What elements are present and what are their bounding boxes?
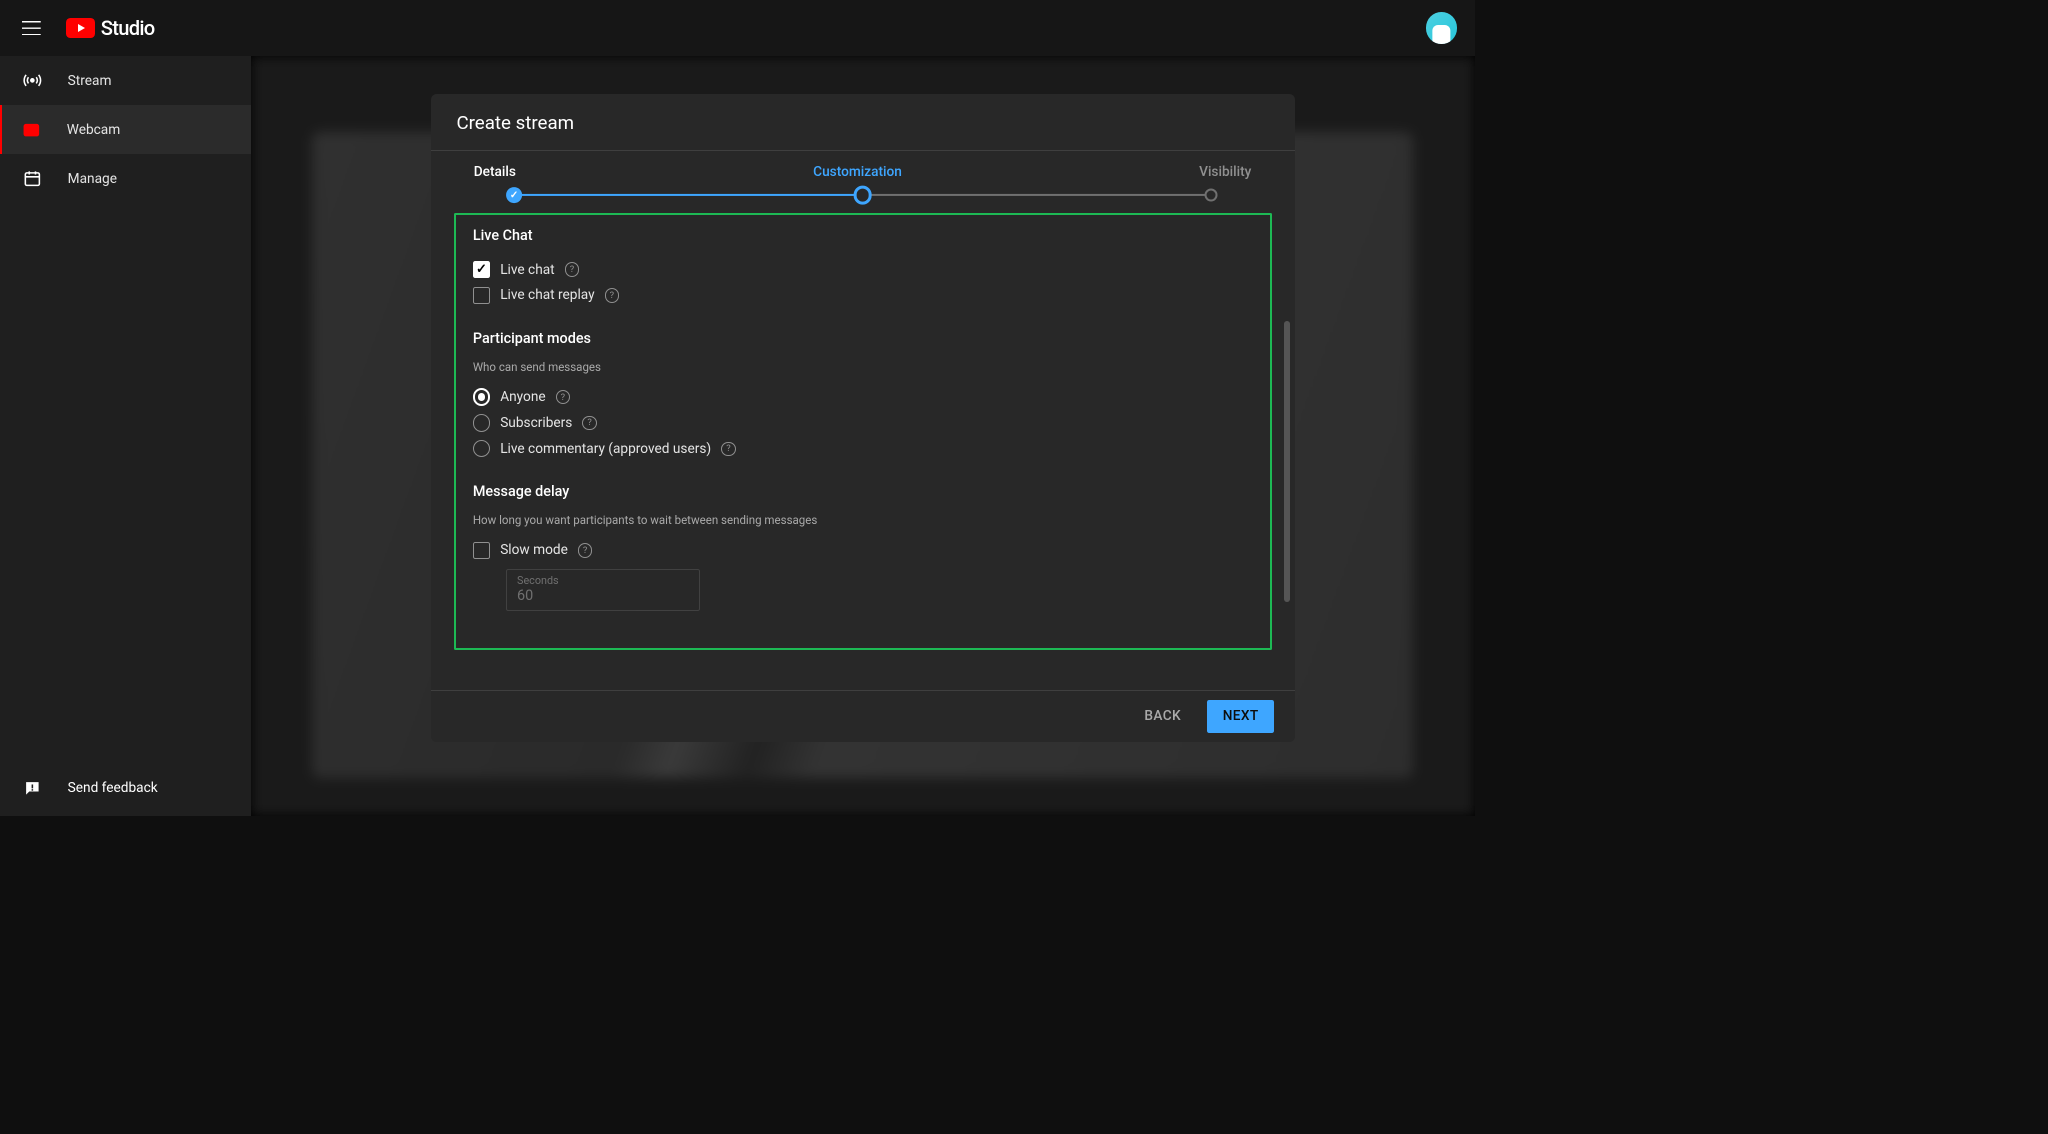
help-icon[interactable]: ? [582,416,596,430]
menu-button[interactable] [17,14,46,43]
sidebar-item-webcam[interactable]: Webcam [0,105,251,154]
help-icon[interactable]: ? [578,543,592,557]
help-icon[interactable]: ? [556,390,570,404]
dialog-footer: BACK NEXT [431,690,1295,742]
participant-subscribers-radio[interactable] [473,414,490,431]
sidebar-item-label: Manage [68,171,117,187]
slow-mode-label: Slow mode [500,542,568,558]
step-details[interactable]: Details [474,164,516,180]
youtube-play-icon [66,18,95,38]
next-button[interactable]: NEXT [1207,700,1274,733]
sidebar-item-label: Stream [68,73,112,89]
seconds-value: 60 [517,587,689,604]
message-delay-title: Message delay [473,483,1252,500]
stepper: Details Customization Visibility [431,151,1295,213]
sidebar-item-manage[interactable]: Manage [0,154,251,203]
participant-live-commentary-radio[interactable] [473,440,490,457]
step-visibility[interactable]: Visibility [1199,164,1251,180]
participant-anyone-label: Anyone [500,389,545,405]
sidebar-feedback-label: Send feedback [68,780,158,796]
dialog-title: Create stream [431,94,1295,152]
logo-text: Studio [101,16,155,40]
live-chat-replay-label: Live chat replay [500,287,594,303]
live-chat-replay-checkbox[interactable] [473,287,490,304]
participant-modes-title: Participant modes [473,330,1252,347]
help-icon[interactable]: ? [605,288,619,302]
sidebar: Stream Webcam Manage Send feedback [0,56,251,816]
hamburger-icon [22,21,41,35]
step-dot-visibility[interactable] [1205,189,1218,202]
calendar-icon [22,168,44,190]
webcam-icon [21,119,43,141]
live-chat-label: Live chat [500,262,554,278]
seconds-input[interactable]: Seconds 60 [506,569,700,611]
avatar[interactable] [1426,12,1458,44]
main-area: Create stream Details Customization Visi… [251,56,1475,816]
message-delay-desc: How long you want participants to wait b… [473,513,1252,527]
slow-mode-checkbox[interactable] [473,542,490,559]
logo[interactable]: Studio [66,16,154,40]
help-icon[interactable]: ? [565,262,579,276]
top-bar: Studio [0,0,1475,56]
back-button[interactable]: BACK [1131,700,1194,733]
participant-subscribers-label: Subscribers [500,415,572,431]
sidebar-send-feedback[interactable]: Send feedback [0,760,251,816]
seconds-label: Seconds [517,574,689,587]
participant-anyone-radio[interactable] [473,388,490,405]
stream-icon [22,70,44,92]
create-stream-dialog: Create stream Details Customization Visi… [431,94,1295,742]
feedback-icon [22,778,44,800]
step-dot-details[interactable] [506,187,522,203]
participant-modes-desc: Who can send messages [473,360,1252,374]
sidebar-item-label: Webcam [67,122,120,138]
live-chat-checkbox[interactable] [473,261,490,278]
participant-live-commentary-label: Live commentary (approved users) [500,441,711,457]
step-customization[interactable]: Customization [813,164,902,180]
help-icon[interactable]: ? [721,442,735,456]
sidebar-item-stream[interactable]: Stream [0,56,251,105]
step-dot-customization[interactable] [853,186,872,205]
live-chat-title: Live Chat [473,227,1252,244]
customization-panel: Live Chat Live chat ? Live chat replay ?… [454,213,1272,649]
scrollbar[interactable] [1284,321,1290,602]
